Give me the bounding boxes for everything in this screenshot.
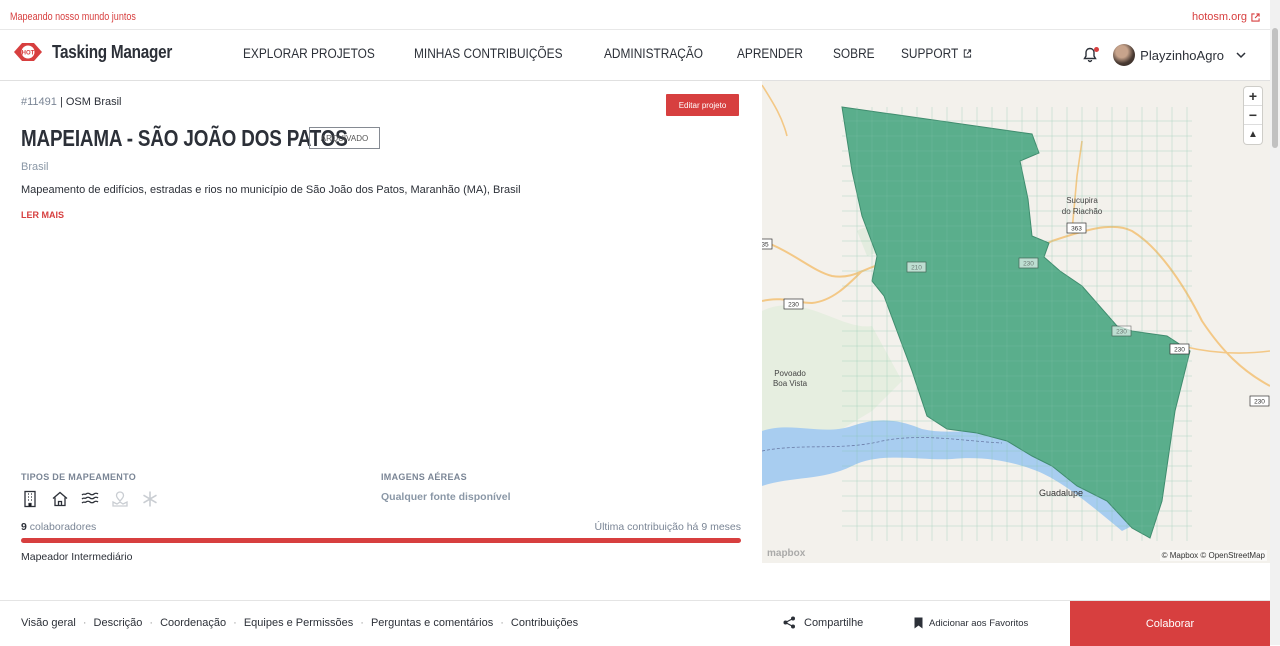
separator: · xyxy=(233,617,237,629)
tab-teams-permissions[interactable]: Equipes e Permissões xyxy=(244,617,353,629)
zoom-in-button[interactable]: + xyxy=(1244,87,1262,106)
compass-reset-button[interactable]: ▲ xyxy=(1244,125,1262,144)
road-shield-35: 35 xyxy=(762,242,769,249)
road-shield-363: 363 xyxy=(1071,226,1082,233)
share-icon xyxy=(783,616,795,629)
notification-dot xyxy=(1094,47,1100,52)
share-button[interactable]: Compartilhe xyxy=(783,616,863,629)
road-shield-230-west: 230 xyxy=(788,302,799,309)
main-header: HOT Tasking Manager EXPLORAR PROJETOS MI… xyxy=(0,30,1270,81)
house-icon xyxy=(51,490,69,508)
nav-explore-projects[interactable]: EXPLORAR PROJETOS xyxy=(243,46,375,61)
separator: · xyxy=(360,617,364,629)
mapping-types-label: TIPOS DE MAPEAMENTO xyxy=(21,472,137,482)
imagery-value: Qualquer fonte disponível xyxy=(381,491,511,503)
tab-description[interactable]: Descrição xyxy=(94,617,143,629)
edit-project-button[interactable]: Editar projeto xyxy=(666,94,739,116)
status-badge: ARQUIVADO xyxy=(309,127,380,149)
road-shield-230-inner: 230 xyxy=(1116,329,1127,336)
project-footer: Visão geral · Descrição · Coordenação · … xyxy=(0,600,1270,646)
road-shield-230-edge: 230 xyxy=(1254,399,1265,406)
place-label-povoado: Povoado xyxy=(774,369,806,378)
hotosm-link-label: hotosm.org xyxy=(1191,11,1247,23)
external-link-icon xyxy=(964,49,972,58)
nav-my-contributions[interactable]: MINHAS CONTRIBUIÇÕES xyxy=(414,46,563,61)
project-title: MAPEIAMA - SÃO JOÃO DOS PATOS xyxy=(21,125,348,151)
land-use-icon xyxy=(111,490,129,508)
project-short-description: Mapeamento de edifícios, estradas e rios… xyxy=(21,184,521,196)
external-link-icon xyxy=(1251,12,1260,22)
tagline: Mapeando nosso mundo juntos xyxy=(10,11,136,23)
tab-questions-comments[interactable]: Perguntas e comentários xyxy=(371,617,493,629)
notifications-bell-icon[interactable] xyxy=(1083,47,1100,63)
share-label: Compartilhe xyxy=(804,616,864,629)
project-org: | OSM Brasil xyxy=(59,96,122,108)
buildings-icon xyxy=(21,490,39,508)
place-label-guadalupe: Guadalupe xyxy=(1039,488,1083,498)
mapper-level: Mapeador Intermediário xyxy=(21,551,133,563)
place-label-boa-vista: Boa Vista xyxy=(773,379,808,388)
avatar[interactable] xyxy=(1113,44,1136,66)
separator: · xyxy=(149,617,154,629)
hot-logo-icon: HOT xyxy=(14,43,42,61)
bookmark-icon xyxy=(914,617,923,629)
project-map[interactable]: Sucupira do Riachão Povoado Boa Vista Gu… xyxy=(762,81,1270,563)
map-zoom-controls: + − ▲ xyxy=(1244,87,1262,144)
favorite-label: Adicionar aos Favoritos xyxy=(929,617,1029,629)
nav-support-label: SUPPORT xyxy=(901,46,959,61)
place-label-riachao: do Riachão xyxy=(1062,207,1103,216)
mapping-types-icons xyxy=(21,490,159,508)
road-shield-230-north: 230 xyxy=(1023,261,1034,268)
map-canvas: Sucupira do Riachão Povoado Boa Vista Gu… xyxy=(762,84,1270,541)
nav-support[interactable]: SUPPORT xyxy=(901,46,972,61)
app-title: Tasking Manager xyxy=(52,41,173,62)
place-label-sucupira: Sucupira xyxy=(1066,196,1098,205)
read-more-link[interactable]: LER MAIS xyxy=(21,210,64,220)
scrollbar-thumb[interactable] xyxy=(1272,28,1278,148)
collaborate-button[interactable]: Colaborar xyxy=(1070,601,1270,646)
project-details: #11491 | OSM Brasil Editar projeto MAPEI… xyxy=(0,81,762,591)
nav-administration[interactable]: ADMINISTRAÇÃO xyxy=(604,46,703,61)
user-menu: PlayzinhoAgro xyxy=(1083,44,1246,66)
imagery-label: IMAGENS AÉREAS xyxy=(381,472,467,482)
top-banner: Mapeando nosso mundo juntos hotosm.org xyxy=(0,0,1270,30)
zoom-out-button[interactable]: − xyxy=(1244,106,1262,125)
other-icon xyxy=(141,490,159,508)
nav-learn[interactable]: APRENDER xyxy=(737,46,803,61)
nav-about[interactable]: SOBRE xyxy=(833,46,875,61)
map-attribution[interactable]: © Mapbox © OpenStreetMap xyxy=(1159,550,1267,561)
username[interactable]: PlayzinhoAgro xyxy=(1140,48,1224,63)
add-favorite-button[interactable]: Adicionar aos Favoritos xyxy=(914,617,1028,629)
contributors: 9 colaboradores xyxy=(21,521,96,533)
tab-overview[interactable]: Visão geral xyxy=(21,617,76,629)
project-id[interactable]: #11491 xyxy=(21,96,57,108)
contributors-label: colaboradores xyxy=(26,521,97,533)
last-contribution: Última contribuição há 9 meses xyxy=(594,521,741,533)
road-shield-230-east: 230 xyxy=(1174,347,1185,354)
chevron-down-icon[interactable] xyxy=(1236,50,1246,60)
separator: · xyxy=(500,617,504,629)
main-nav: EXPLORAR PROJETOS MINHAS CONTRIBUIÇÕES A… xyxy=(243,46,1002,61)
page-scrollbar[interactable] xyxy=(1270,0,1280,645)
tab-contributions[interactable]: Contribuições xyxy=(511,617,578,629)
tab-coordination[interactable]: Coordenação xyxy=(160,617,226,629)
project-id-line: #11491 | OSM Brasil xyxy=(21,96,121,108)
hotosm-link[interactable]: hotosm.org xyxy=(1192,11,1260,23)
logo-badge-text: HOT xyxy=(22,51,35,57)
road-shield-210: 210 xyxy=(911,265,922,272)
logo[interactable]: HOT Tasking Manager xyxy=(11,41,193,63)
mapbox-logo[interactable]: mapbox xyxy=(767,548,805,559)
waterways-icon xyxy=(81,490,99,508)
separator: · xyxy=(82,617,87,629)
progress-bar xyxy=(21,538,741,543)
project-country: Brasil xyxy=(21,161,49,173)
section-tabs: Visão geral · Descrição · Coordenação · … xyxy=(21,617,578,629)
